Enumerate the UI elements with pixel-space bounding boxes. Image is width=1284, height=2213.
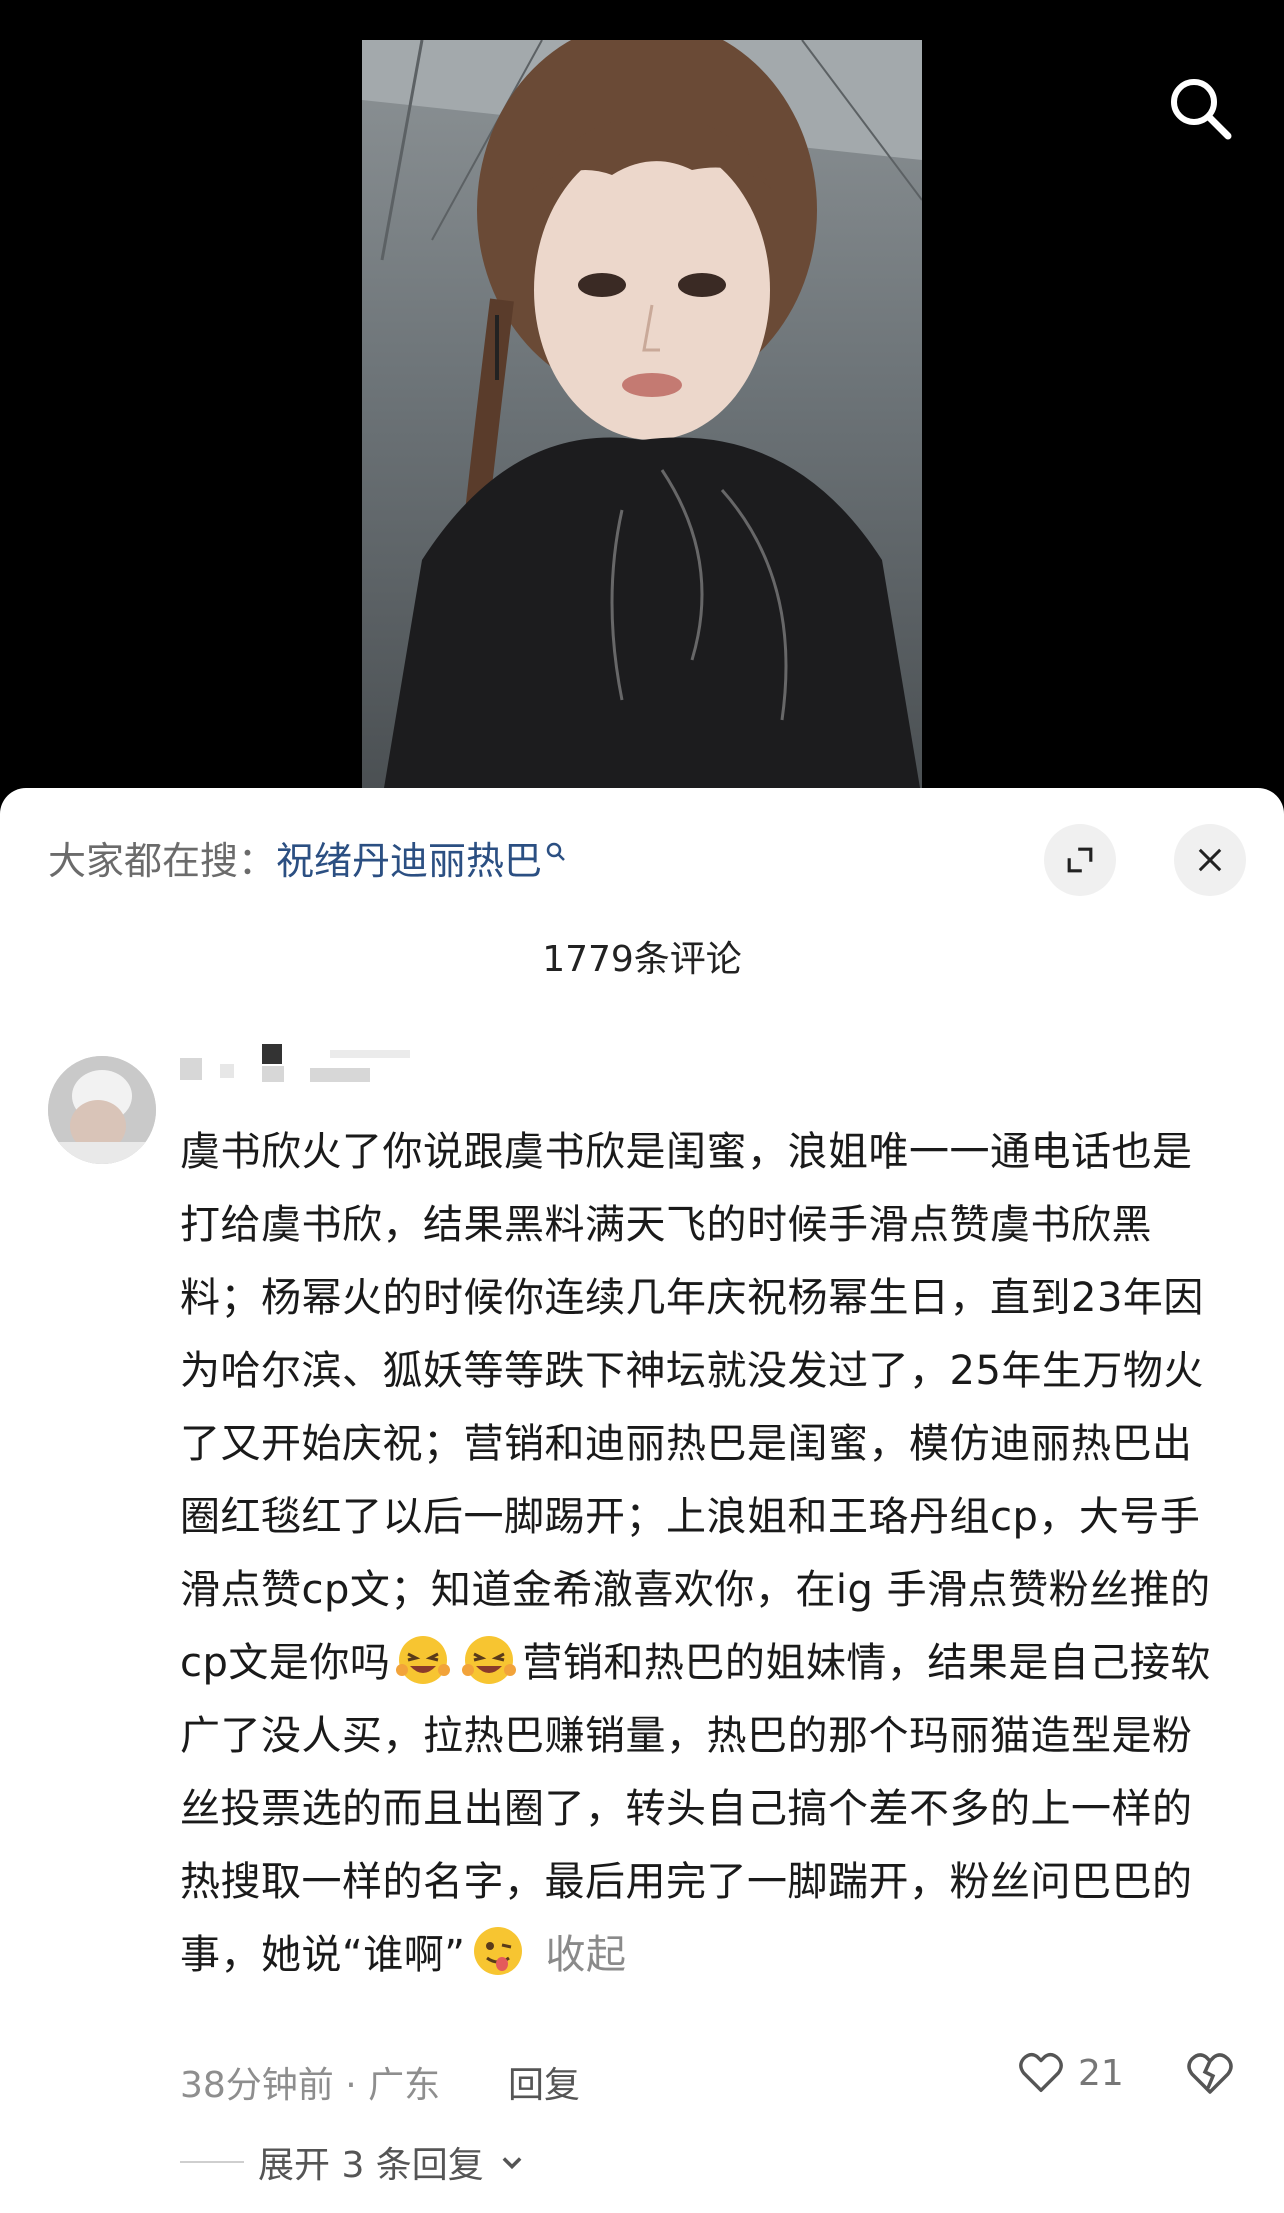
comment-count: 1779条评论 xyxy=(542,939,742,980)
chevron-down-icon xyxy=(502,2157,522,2170)
small-search-icon xyxy=(546,842,565,861)
like-button[interactable]: 21 xyxy=(1016,2048,1124,2098)
reply-button[interactable]: 回复 xyxy=(508,2056,580,2108)
search-button[interactable] xyxy=(1162,70,1238,146)
hot-search-bar[interactable]: 大家都在搜：祝绪丹迪丽热巴 xyxy=(48,830,566,885)
portrait-photo xyxy=(362,40,922,800)
tongue-wink-emoji-icon xyxy=(474,1927,523,1975)
username-blurred[interactable] xyxy=(180,1044,430,1086)
hot-search-term[interactable]: 祝绪丹迪丽热巴 xyxy=(276,839,542,883)
divider-line xyxy=(180,2161,244,2163)
expand-replies-label: 展开 3 条回复 xyxy=(258,2145,484,2186)
hot-search-prefix: 大家都在搜： xyxy=(48,839,277,883)
expand-replies[interactable]: 展开 3 条回复 xyxy=(180,2136,526,2188)
search-icon xyxy=(1171,79,1232,140)
collapse-link[interactable]: 收起 xyxy=(545,1932,626,1978)
close-button[interactable] xyxy=(1174,824,1246,896)
dislike-button[interactable] xyxy=(1184,2048,1236,2100)
laughing-emoji-icon xyxy=(462,1636,517,1684)
like-count: 21 xyxy=(1078,2052,1124,2094)
expand-button[interactable] xyxy=(1044,824,1116,896)
comment-time-location: 38分钟前 · 广东 xyxy=(180,2065,441,2106)
broken-heart-icon xyxy=(1187,2053,1233,2094)
comment-sheet: 大家都在搜：祝绪丹迪丽热巴 1779条评论 虞书欣火了你说跟虞书欣是闺蜜，浪姐唯… xyxy=(0,788,1284,2213)
heart-icon xyxy=(1019,2052,1063,2092)
laughing-emoji-icon xyxy=(396,1636,451,1684)
comment-text-part1: 虞书欣火了你说跟虞书欣是闺蜜，浪姐唯一一通电话也是打给虞书欣，结果黑料满天飞的时… xyxy=(180,1129,1211,1686)
comment-text-part2: 营销和热巴的姐妹情，结果是自己接软广了没人买，拉热巴赚销量，热巴的那个玛丽猫造型… xyxy=(180,1640,1211,1978)
comment-text: 虞书欣火了你说跟虞书欣是闺蜜，浪姐唯一一通电话也是打给虞书欣，结果黑料满天飞的时… xyxy=(180,1116,1230,1992)
close-icon xyxy=(1198,848,1222,872)
avatar[interactable] xyxy=(48,1056,156,1164)
expand-icon xyxy=(1067,847,1093,873)
video-area[interactable] xyxy=(0,0,1284,800)
